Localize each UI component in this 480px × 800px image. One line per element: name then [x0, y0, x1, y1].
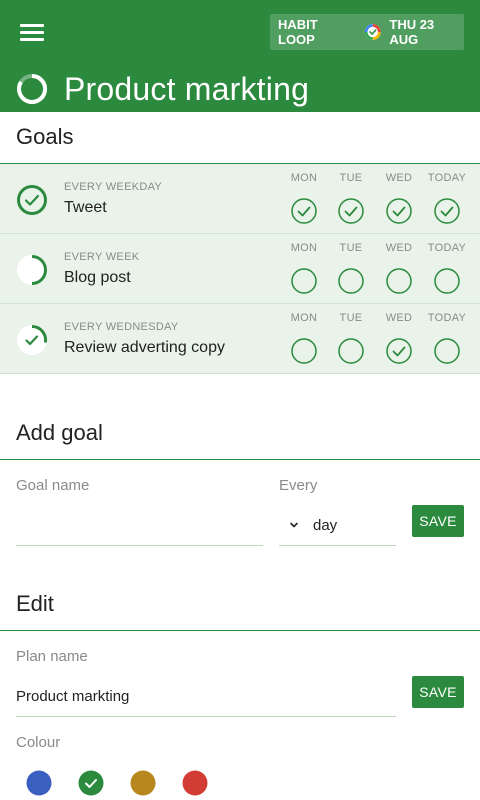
goal-complete-ring-icon	[17, 185, 47, 215]
goal-progress-ring-icon	[17, 255, 47, 285]
day-column: MON	[279, 172, 329, 224]
app-bar: HABIT LOOP THU 23 AUG Product markting	[0, 0, 480, 112]
day-column: TODAY	[422, 172, 472, 224]
goal-frequency: EVERY WEEK	[64, 251, 140, 263]
day-column: WED	[374, 172, 424, 224]
brand-date-pill: HABIT LOOP THU 23 AUG	[270, 14, 464, 50]
day-column: MON	[279, 242, 329, 294]
goal-row[interactable]: EVERY WEDNESDAY Review adverting copy MO…	[0, 304, 480, 374]
colour-swatch-blue[interactable]	[26, 770, 52, 796]
day-column: WED	[374, 242, 424, 294]
day-label: TUE	[339, 172, 363, 184]
day-checked-icon[interactable]	[338, 198, 364, 224]
goal-frequency: EVERY WEDNESDAY	[64, 321, 179, 333]
every-select[interactable]: day	[279, 505, 396, 546]
colour-label: Colour	[16, 734, 61, 751]
day-unchecked-icon[interactable]	[434, 268, 460, 294]
day-column: TUE	[326, 312, 376, 364]
colour-swatch-green[interactable]	[78, 770, 104, 796]
add-goal-section-header: Add goal	[0, 420, 480, 460]
goal-name: Review adverting copy	[64, 339, 225, 356]
day-column: TODAY	[422, 242, 472, 294]
day-checked-icon[interactable]	[386, 338, 412, 364]
hamburger-menu-icon[interactable]	[18, 20, 46, 44]
edit-save-button[interactable]: SAVE	[412, 676, 464, 708]
plan-title-row: Product markting	[16, 68, 309, 110]
day-checked-icon[interactable]	[386, 198, 412, 224]
every-label: Every	[279, 477, 318, 494]
clock-icon	[364, 24, 381, 40]
day-unchecked-icon[interactable]	[338, 338, 364, 364]
day-checked-icon[interactable]	[434, 198, 460, 224]
goals-list: EVERY WEEKDAY Tweet MON TUE WED TODAY EV…	[0, 164, 480, 374]
every-select-value: day	[313, 516, 338, 534]
day-column: MON	[279, 312, 329, 364]
plan-name-input[interactable]	[16, 676, 396, 717]
goals-section-header: Goals	[0, 124, 480, 164]
day-label: WED	[385, 242, 413, 254]
current-date: THU 23 AUG	[389, 17, 435, 47]
goal-name-label: Goal name	[16, 477, 90, 494]
goal-name: Tweet	[64, 199, 107, 216]
add-goal-save-button[interactable]: SAVE	[412, 505, 464, 537]
goal-progress-ring-icon	[17, 324, 48, 355]
edit-section-header: Edit	[0, 591, 480, 631]
goals-heading: Goals	[16, 124, 74, 149]
goal-row[interactable]: EVERY WEEKDAY Tweet MON TUE WED TODAY	[0, 164, 480, 234]
day-label: WED	[385, 172, 413, 184]
colour-swatch-mustard[interactable]	[130, 770, 156, 796]
day-label: TODAY	[427, 312, 467, 324]
plan-name-label: Plan name	[16, 648, 88, 665]
colour-swatch-selected-icon	[78, 770, 104, 796]
day-column: TUE	[326, 172, 376, 224]
goal-name-input[interactable]	[16, 505, 263, 546]
progress-ring-icon	[17, 73, 48, 104]
day-unchecked-icon[interactable]	[434, 338, 460, 364]
day-label: MON	[290, 312, 318, 324]
goal-row[interactable]: EVERY WEEK Blog post MON TUE WED TODAY	[0, 234, 480, 304]
page-title: Product markting	[64, 70, 310, 107]
day-label: MON	[290, 242, 318, 254]
day-column: TODAY	[422, 312, 472, 364]
goal-name: Blog post	[64, 269, 131, 286]
goal-frequency: EVERY WEEKDAY	[64, 181, 163, 193]
day-label: TODAY	[427, 172, 467, 184]
colour-swatch-circle	[26, 770, 52, 796]
day-checked-icon[interactable]	[291, 198, 317, 224]
edit-heading: Edit	[16, 591, 54, 616]
app-name: HABIT LOOP	[278, 17, 318, 47]
chevron-down-icon	[290, 522, 298, 528]
day-label: WED	[385, 312, 413, 324]
day-unchecked-icon[interactable]	[338, 268, 364, 294]
day-label: TUE	[339, 312, 363, 324]
day-column: WED	[374, 312, 424, 364]
day-unchecked-icon[interactable]	[291, 268, 317, 294]
colour-swatch-circle	[182, 770, 208, 796]
day-label: MON	[290, 172, 318, 184]
day-column: TUE	[326, 242, 376, 294]
day-unchecked-icon[interactable]	[386, 268, 412, 294]
add-goal-heading: Add goal	[16, 420, 103, 445]
colour-swatch-red[interactable]	[182, 770, 208, 796]
day-label: TUE	[339, 242, 363, 254]
day-unchecked-icon[interactable]	[291, 338, 317, 364]
colour-swatch-circle	[130, 770, 156, 796]
day-label: TODAY	[427, 242, 467, 254]
